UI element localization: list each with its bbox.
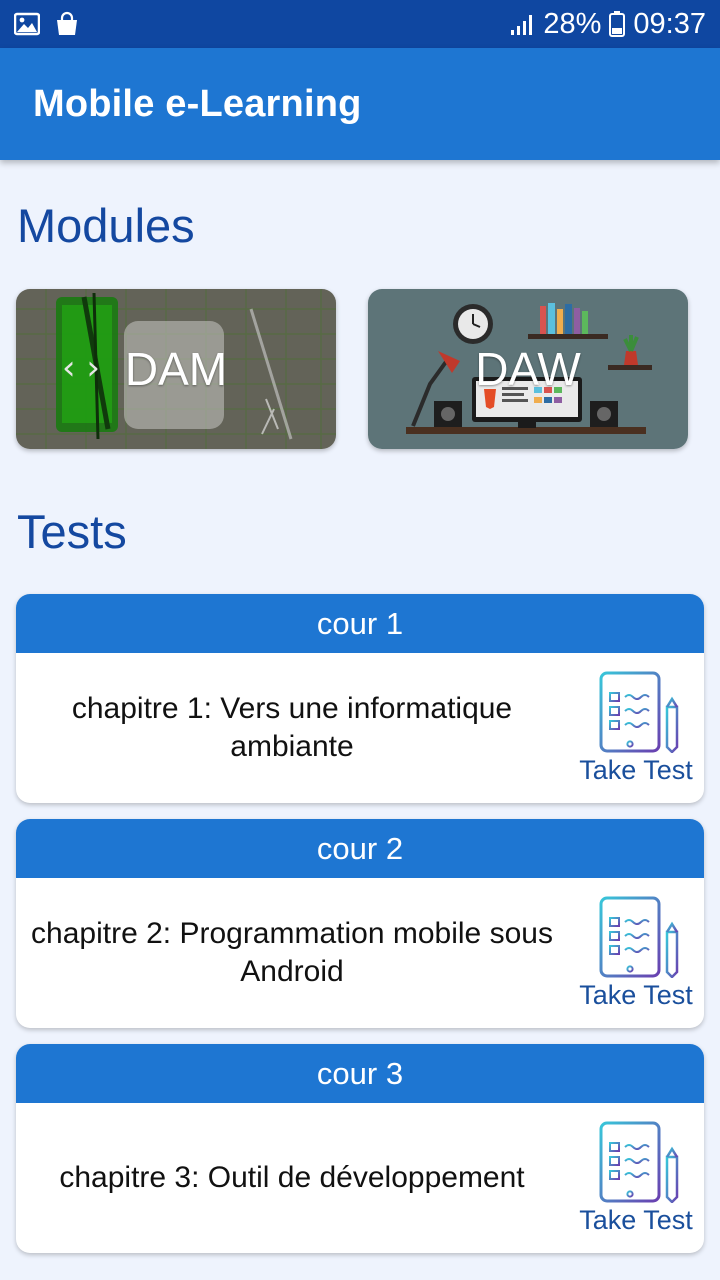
take-test-label: Take Test bbox=[579, 754, 693, 785]
test-card: cour 2 chapitre 2: Programmation mobile … bbox=[16, 819, 704, 1028]
app-title: Mobile e-Learning bbox=[33, 82, 362, 125]
battery-percent: 28% bbox=[543, 7, 602, 40]
module-label-dam: DAM bbox=[124, 343, 228, 395]
clock: 09:37 bbox=[633, 7, 706, 40]
app-bar: Mobile e-Learning bbox=[0, 48, 720, 160]
module-label-daw: DAW bbox=[475, 343, 581, 395]
modules-heading: Modules bbox=[17, 199, 195, 252]
signal-icon bbox=[509, 12, 535, 36]
quiz-checklist-icon bbox=[599, 671, 679, 753]
test-course-header: cour 1 bbox=[16, 594, 704, 653]
test-chapter-title: chapitre 2: Programmation mobile sous An… bbox=[31, 917, 553, 988]
shopping-bag-icon bbox=[54, 11, 80, 37]
test-course-header: cour 3 bbox=[16, 1044, 704, 1103]
take-test-label: Take Test bbox=[579, 979, 693, 1010]
status-bar: 28% 09:37 bbox=[0, 0, 720, 48]
test-card: cour 3 chapitre 3: Outil de développemen… bbox=[16, 1044, 704, 1253]
test-chapter-title: chapitre 3: Outil de développement bbox=[59, 1161, 525, 1194]
module-card-dam[interactable]: ‹ › DAM bbox=[16, 289, 336, 449]
quiz-checklist-icon bbox=[599, 896, 679, 978]
take-test-button[interactable]: Take Test bbox=[568, 1121, 704, 1236]
take-test-label: Take Test bbox=[579, 1204, 693, 1235]
tests-heading: Tests bbox=[17, 505, 127, 558]
image-icon bbox=[14, 12, 40, 36]
take-test-button[interactable]: Take Test bbox=[568, 671, 704, 786]
test-card: cour 1 chapitre 1: Vers une informatique… bbox=[16, 594, 704, 803]
test-chapter-title: chapitre 1: Vers une informatique ambian… bbox=[71, 692, 513, 763]
battery-icon bbox=[609, 11, 626, 37]
svg-text:‹ ›: ‹ › bbox=[62, 348, 100, 388]
module-card-daw[interactable]: DAW bbox=[368, 289, 688, 449]
take-test-button[interactable]: Take Test bbox=[568, 896, 704, 1011]
test-course-header: cour 2 bbox=[16, 819, 704, 878]
quiz-checklist-icon bbox=[599, 1121, 679, 1203]
